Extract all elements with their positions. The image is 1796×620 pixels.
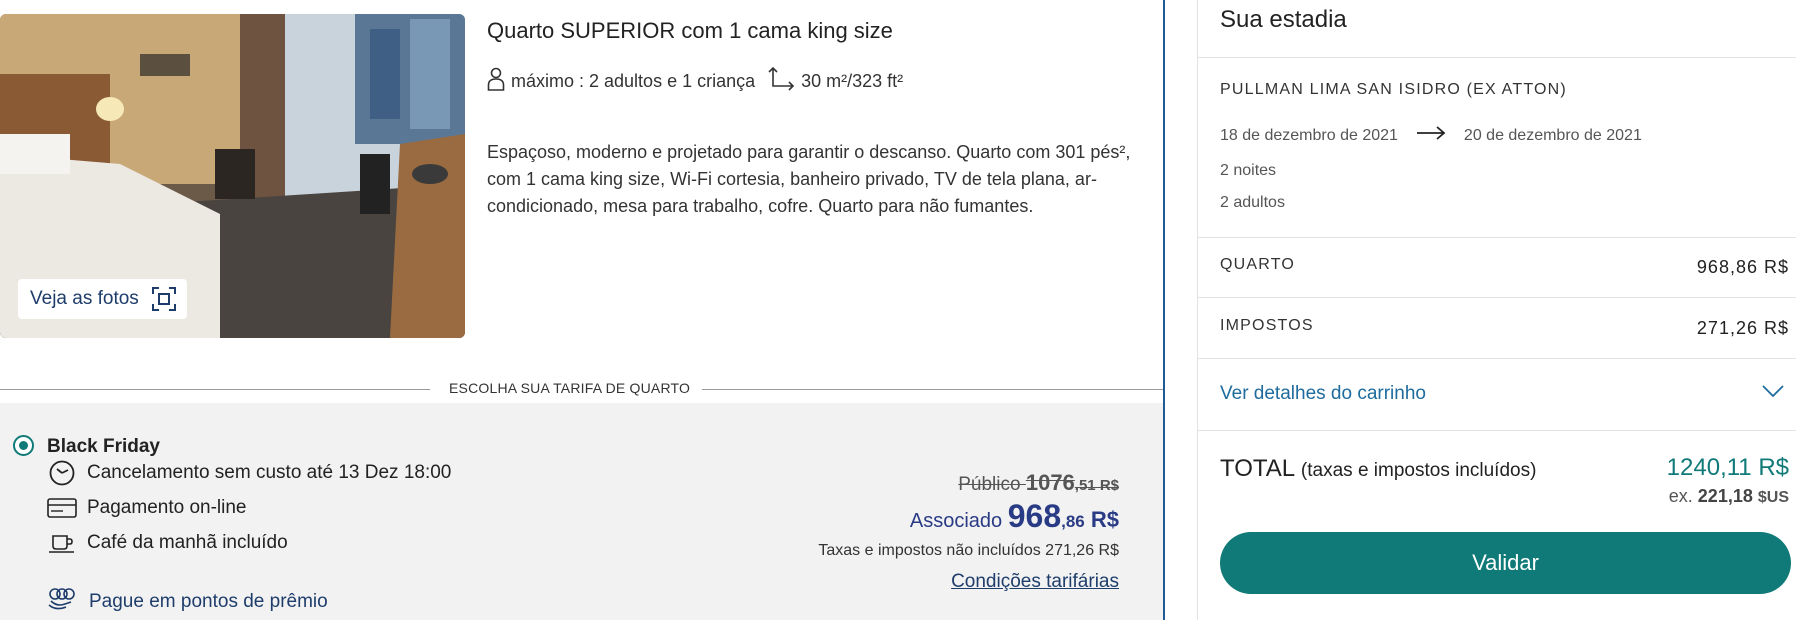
public-price-label: Público bbox=[958, 474, 1021, 495]
total-usd-currency: $US bbox=[1757, 489, 1789, 506]
total-label-subtext: (taxas e impostos incluídos) bbox=[1300, 460, 1537, 481]
validate-button[interactable]: Validar bbox=[1220, 532, 1791, 594]
room-panel: Veja as fotos Quarto SUPERIOR com 1 cama… bbox=[0, 0, 1163, 620]
room-photo[interactable]: Veja as fotos bbox=[0, 14, 465, 338]
summary-divider bbox=[1198, 237, 1796, 238]
member-price-currency: R$ bbox=[1084, 507, 1119, 532]
member-price-label: Associado bbox=[909, 510, 1003, 532]
rate-feature-cancellation: Cancelamento sem custo até 13 Dez 18:00 bbox=[47, 459, 451, 487]
stay-summary: Sua estadia PULLMAN LIMA SAN ISIDRO (EX … bbox=[1197, 0, 1796, 620]
rate-radio[interactable] bbox=[13, 435, 34, 456]
total-value: 1240,11 R$ bbox=[1666, 454, 1789, 481]
total-label-text: TOTAL bbox=[1220, 455, 1295, 482]
clock-icon bbox=[47, 459, 77, 487]
summary-divider bbox=[1198, 297, 1796, 298]
total-usd-value: 221,18 bbox=[1697, 486, 1753, 506]
member-price: Associado 968,86 R$ bbox=[910, 498, 1119, 535]
public-price-decimal: ,51 R$ bbox=[1074, 477, 1119, 494]
summary-divider bbox=[1198, 430, 1796, 431]
rate-feature-label: Cancelamento sem custo até 13 Dez 18:00 bbox=[87, 462, 452, 483]
cart-details-link[interactable]: Ver detalhes do carrinho bbox=[1220, 383, 1426, 405]
rate-conditions-link[interactable]: Condições tarifárias bbox=[951, 571, 1119, 593]
gallery-icon bbox=[151, 286, 177, 312]
room-description: Espaçoso, moderno e projetado para garan… bbox=[487, 142, 1131, 216]
adults-count: 2 adultos bbox=[1220, 194, 1285, 211]
column-separator bbox=[1163, 0, 1165, 620]
reward-points-icon bbox=[47, 587, 77, 617]
divider-line-right bbox=[702, 389, 1163, 390]
stay-dates: 18 de dezembro de 2021 20 de dezembro de… bbox=[1220, 126, 1642, 145]
view-photos-label: Veja as fotos bbox=[30, 288, 139, 309]
summary-divider bbox=[1198, 57, 1796, 58]
total-label: TOTAL (taxas e impostos incluídos) bbox=[1220, 455, 1536, 483]
room-meta: máximo : 2 adultos e 1 criança 30 m²/323… bbox=[487, 66, 903, 97]
rate-feature-label: Pagamento on-line bbox=[87, 497, 247, 518]
credit-card-icon bbox=[47, 494, 77, 522]
total-usd-prefix: ex. bbox=[1668, 486, 1693, 506]
room-size-icon bbox=[767, 66, 795, 97]
nights-count: 2 noites bbox=[1220, 162, 1277, 179]
chevron-down-icon[interactable] bbox=[1762, 384, 1784, 403]
rate-feature-label: Café da manhã incluído bbox=[87, 532, 288, 553]
public-price-integer: 1076 bbox=[1025, 470, 1075, 495]
room-capacity: máximo : 2 adultos e 1 criança bbox=[511, 71, 756, 91]
view-photos-button[interactable]: Veja as fotos bbox=[18, 279, 187, 319]
room-line-value: 968,86 R$ bbox=[1696, 257, 1789, 277]
room-size: 30 m²/323 ft² bbox=[801, 71, 904, 91]
summary-divider bbox=[1198, 358, 1796, 359]
rate-feature-breakfast: Café da manhã incluído bbox=[47, 529, 288, 557]
room-line-label: QUARTO bbox=[1220, 256, 1296, 273]
person-icon bbox=[487, 67, 505, 96]
member-price-integer: 968 bbox=[1007, 498, 1062, 534]
divider-line-left bbox=[0, 389, 430, 390]
total-usd: ex. 221,18 $US bbox=[1669, 486, 1789, 507]
checkout-date: 20 de dezembro de 2021 bbox=[1463, 126, 1642, 144]
rate-section-heading: ESCOLHA SUA TARIFA DE QUARTO bbox=[449, 380, 691, 396]
rate-name: Black Friday bbox=[47, 436, 160, 457]
taxes-line-value: 271,26 R$ bbox=[1696, 318, 1789, 338]
rate-section-divider: ESCOLHA SUA TARIFA DE QUARTO bbox=[0, 377, 1163, 401]
coffee-cup-icon bbox=[47, 529, 77, 557]
public-price: Público 1076,51 R$ bbox=[958, 470, 1119, 496]
taxes-note: Taxas e impostos não incluídos 271,26 R$ bbox=[818, 542, 1119, 559]
rate-feature-payment: Pagamento on-line bbox=[47, 494, 247, 522]
member-price-decimal: ,86 bbox=[1061, 512, 1085, 531]
taxes-line-label: IMPOSTOS bbox=[1220, 317, 1314, 334]
pay-with-points-label: Pague em pontos de prêmio bbox=[89, 591, 328, 612]
pay-with-points-link[interactable]: Pague em pontos de prêmio bbox=[47, 587, 328, 617]
summary-title: Sua estadia bbox=[1220, 6, 1347, 33]
arrow-right-icon bbox=[1416, 126, 1446, 145]
checkin-date: 18 de dezembro de 2021 bbox=[1220, 126, 1398, 144]
hotel-name: PULLMAN LIMA SAN ISIDRO (EX ATTON) bbox=[1220, 81, 1567, 98]
room-title: Quarto SUPERIOR com 1 cama king size bbox=[487, 18, 893, 43]
